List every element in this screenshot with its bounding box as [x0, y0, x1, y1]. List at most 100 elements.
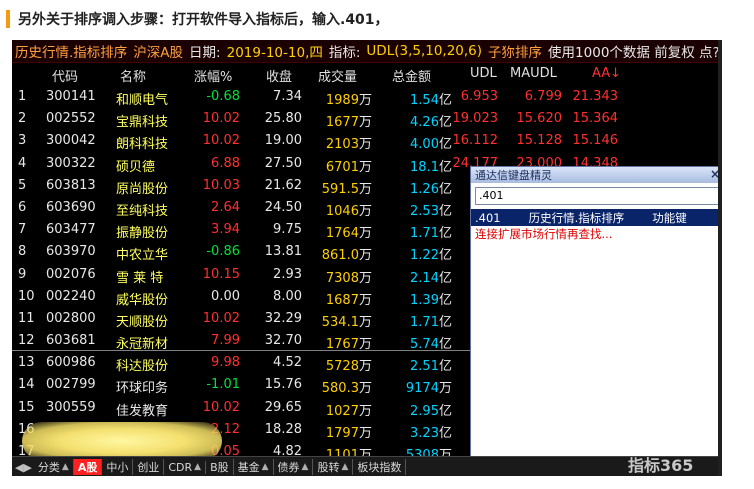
tab-5[interactable]: B股 — [206, 459, 234, 475]
stock-code: 603681 — [46, 333, 96, 349]
close-price: 21.62 — [264, 177, 302, 193]
vertical-scrollbar[interactable] — [718, 40, 722, 476]
col-code[interactable]: 代码 — [52, 66, 78, 85]
tab-label: B股 — [210, 461, 229, 474]
tab-6[interactable]: 基金 ▲ — [234, 459, 274, 475]
amount-unit: 亿 — [438, 203, 452, 219]
col-udl[interactable]: UDL — [470, 66, 497, 81]
change-pct: 0.00 — [211, 288, 240, 304]
col-change[interactable]: 涨幅% — [194, 66, 232, 85]
amount-unit: 亿 — [438, 425, 452, 441]
indicator-label: 指标: — [328, 45, 361, 61]
stock-name: 科达股份 — [116, 359, 169, 375]
stock-name: 宝鼎科技 — [116, 115, 169, 131]
caption-text: 另外关于排序调入步骤：打开软件导入指标后，输入.401， — [18, 12, 389, 28]
amount-value: 3.23 — [410, 425, 439, 441]
volume-unit: 万 — [358, 359, 372, 375]
close-price: 25.80 — [264, 111, 302, 127]
table-row[interactable]: 3 300042 朗科科技 10.02 19.00 2103万 4.00亿 16.112 15.… — [12, 130, 722, 152]
amount-value: 9174 — [405, 381, 439, 397]
row-index: 1 — [18, 89, 27, 104]
tab-8[interactable]: 股转 ▲ — [313, 459, 354, 475]
stock-name: 振静股份 — [116, 226, 169, 242]
tab-label: 基金 — [237, 461, 260, 474]
volume-unit: 万 — [358, 159, 372, 175]
amount-unit: 万 — [438, 381, 452, 397]
col-close[interactable]: 收盘 — [266, 66, 292, 85]
amount-value: 4.00 — [410, 137, 439, 153]
dropdown-up-icon: ▲ — [194, 462, 202, 472]
tab-4[interactable]: CDR ▲ — [164, 460, 207, 474]
col-name[interactable]: 名称 — [120, 66, 146, 85]
amount-value: 2.53 — [410, 203, 439, 219]
amount: 1.71亿 — [384, 222, 452, 241]
close-price: 7.34 — [273, 89, 302, 104]
stock-code: 300141 — [46, 89, 96, 104]
table-row[interactable]: 1 300141 和顺电气 -0.68 7.34 1989万 1.54亿 6.953 6.799… — [12, 86, 722, 108]
tab-scroll-left-icon[interactable]: ◀▶ — [15, 461, 32, 474]
popup-titlebar: 通达信键盘精灵 × — [471, 167, 722, 183]
stock-name: 硕贝德 — [116, 159, 156, 175]
amount-unit: 亿 — [438, 93, 452, 108]
col-aa[interactable]: AA↓ — [592, 66, 621, 81]
stock-name: 佳发教育 — [116, 403, 169, 419]
volume-value: 1989 — [325, 93, 359, 108]
amount: 4.26亿 — [384, 111, 452, 130]
volume-unit: 万 — [358, 226, 372, 242]
tab-9[interactable]: 板块指数 — [353, 459, 407, 475]
stock-code: 600986 — [46, 355, 96, 371]
stock-name: 中农立华 — [116, 248, 169, 264]
tab-0[interactable]: 分类 ▲ — [34, 459, 74, 475]
volume: 1677万 — [308, 111, 372, 130]
tab-label: 股转 — [317, 461, 340, 474]
table-row[interactable]: 2 002552 宝鼎科技 10.02 25.80 1677万 4.26亿 19.023 15.… — [12, 108, 722, 130]
volume-value: 861.0 — [321, 248, 359, 264]
amount: 1.26亿 — [384, 178, 452, 197]
stock-code: 300042 — [46, 133, 96, 149]
close-price: 15.76 — [264, 377, 302, 393]
wizard-result-item[interactable]: .401 历史行情.指标排序 功能键 — [471, 209, 722, 226]
row-index: 14 — [18, 377, 35, 393]
udl-value: 16.112 — [452, 133, 499, 149]
stock-code: 603477 — [46, 222, 96, 238]
indicator-value[interactable]: UDL(3,5,10,20,6) — [363, 43, 485, 59]
col-volume[interactable]: 成交量 — [318, 66, 357, 85]
volume-unit: 万 — [358, 314, 372, 330]
col-maudl[interactable]: MAUDL — [510, 66, 557, 81]
change-pct: 10.02 — [202, 111, 240, 127]
stock-code: 300322 — [46, 155, 96, 171]
dropdown-up-icon: ▲ — [341, 462, 349, 472]
tab-2[interactable]: 中小 — [102, 459, 134, 475]
volume-unit: 万 — [358, 137, 372, 153]
amount: 2.51亿 — [384, 355, 452, 374]
volume-unit: 万 — [358, 115, 372, 131]
stock-code: 002240 — [46, 288, 96, 304]
wizard-hint[interactable]: 连接扩展市场行情再查找... — [471, 226, 722, 242]
amount: 9174万 — [384, 377, 452, 396]
stock-name: 原尚股份 — [116, 181, 169, 197]
col-amount[interactable]: 总金额 — [392, 66, 431, 85]
stock-code: 002800 — [46, 310, 96, 326]
date-value[interactable]: 2019-10-10,四 — [224, 41, 326, 61]
row-index: 12 — [18, 333, 35, 349]
tab-3[interactable]: 创业 — [133, 459, 165, 475]
sort-label[interactable]: 子狝排序 — [485, 41, 545, 61]
volume-unit: 万 — [358, 248, 372, 264]
stock-code: 300559 — [46, 399, 96, 415]
row-index: 2 — [18, 111, 27, 127]
wizard-input[interactable]: .401 — [475, 187, 719, 205]
volume-unit: 万 — [358, 381, 372, 397]
table-header: 代码 名称 涨幅% 收盘 成交量 总金额 UDL MAUDL AA↓ — [12, 64, 722, 85]
tab-7[interactable]: 债券 ▲ — [274, 459, 314, 475]
market-label[interactable]: 沪深A股 — [130, 41, 186, 61]
stock-name: 环球印务 — [116, 381, 169, 397]
close-price: 27.50 — [264, 155, 302, 171]
tab-1[interactable]: A股 — [73, 459, 103, 475]
amount: 18.1亿 — [384, 156, 452, 175]
amount-value: 2.95 — [410, 403, 439, 419]
amount-value: 1.71 — [410, 226, 439, 242]
stock-code: 603970 — [46, 244, 96, 260]
dropdown-up-icon: ▲ — [261, 462, 269, 472]
volume: 1797万 — [308, 422, 372, 441]
amount-unit: 亿 — [438, 403, 452, 419]
